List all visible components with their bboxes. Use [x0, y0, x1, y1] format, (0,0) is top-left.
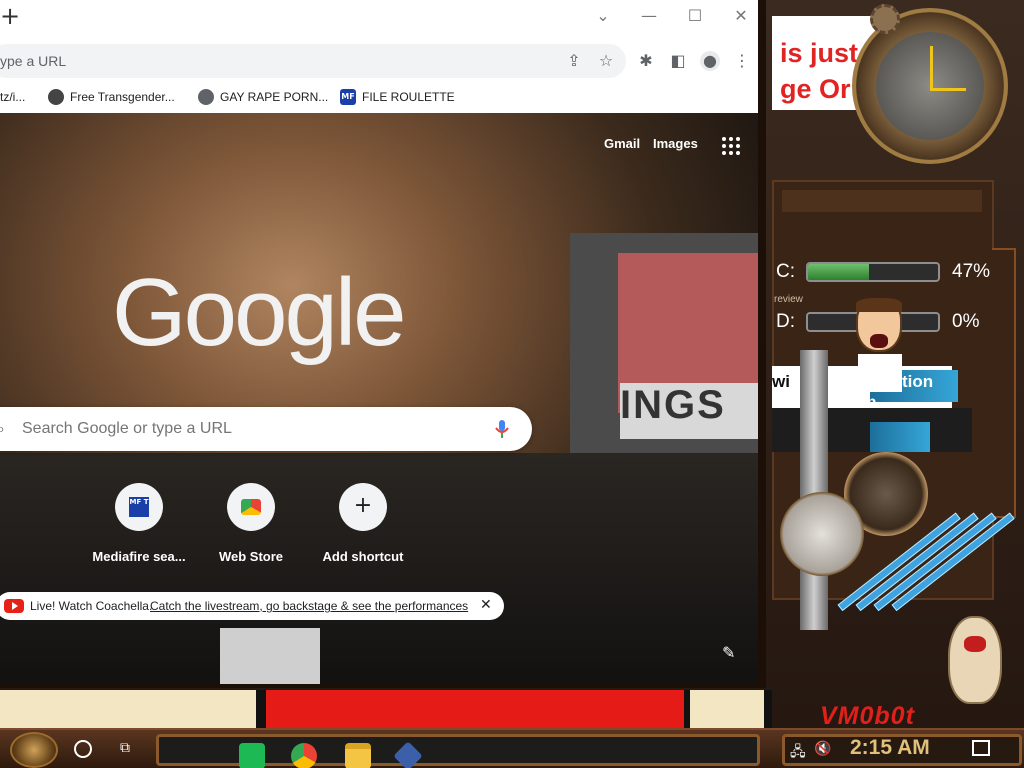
- bookmark-item[interactable]: MF FILE ROULETTE: [340, 87, 455, 107]
- pipe-text: wi: [772, 372, 790, 391]
- close-button[interactable]: ✕: [730, 6, 752, 28]
- images-link[interactable]: Images: [653, 136, 698, 151]
- new-tab-button[interactable]: +: [0, 4, 20, 28]
- site-icon: [48, 89, 64, 105]
- mft-icon: MF T: [129, 497, 149, 517]
- drive-label: D:: [776, 311, 795, 332]
- shortcut-label: Mediafire sea...: [92, 549, 186, 564]
- globe-icon: [198, 89, 214, 105]
- bookmarks-bar: rtz/i... Free Transgender... GAY RAPE PO…: [0, 84, 758, 110]
- clock-time[interactable]: 2:15 AM: [850, 736, 930, 760]
- tab-search-icon[interactable]: ⌄: [592, 6, 614, 28]
- background-light: [220, 628, 320, 684]
- shortcut-tile: [227, 483, 275, 531]
- shortcut-label: Add shortcut: [322, 549, 404, 564]
- minimize-button[interactable]: —: [638, 6, 660, 28]
- shortcut-tile: MF T: [115, 483, 163, 531]
- search-icon: ⌕: [0, 419, 5, 439]
- taskbar-apps-area: [156, 734, 760, 768]
- side-panel-icon[interactable]: ◧: [668, 51, 688, 71]
- pipe-text: edition: [824, 394, 877, 411]
- drive-usage-bar: [806, 262, 940, 282]
- start-button[interactable]: [10, 732, 58, 768]
- background-sign: INGS: [620, 383, 758, 439]
- bookmark-label: GAY RAPE PORN...: [220, 90, 329, 104]
- title-bar: + ⌄ — ☐ ✕: [0, 0, 758, 32]
- bookmark-label: rtz/i...: [0, 90, 26, 104]
- promo-banner: Live! Watch Coachella. Catch the livestr…: [0, 592, 504, 620]
- new-tab-page: INGS Gmail Images Google ⌕ MF T Mediafir…: [0, 113, 758, 684]
- task-view-icon[interactable]: ⧉: [120, 740, 140, 758]
- preview-text: review: [774, 294, 803, 305]
- virtualbox-icon[interactable]: [393, 741, 423, 768]
- promo-text: Live! Watch Coachella.: [30, 599, 153, 613]
- shortcut-tile: +: [339, 483, 387, 531]
- promo-close-button[interactable]: ✕: [480, 597, 492, 613]
- cartoon-character-icon: [850, 298, 910, 394]
- chrome-window: + ⌄ — ☐ ✕ ype a URL ⇪ ☆ ✱ ◧ ● ⋮ rtz/i...…: [0, 0, 766, 688]
- bookmark-item[interactable]: Free Transgender...: [48, 87, 175, 107]
- cortana-circle-icon[interactable]: [74, 740, 92, 758]
- search-input[interactable]: [22, 417, 462, 441]
- shortcut-add[interactable]: + Add shortcut: [308, 483, 418, 573]
- shortcut-label: Web Store: [218, 549, 284, 564]
- plus-icon: +: [353, 493, 373, 518]
- web-store-icon: [241, 499, 261, 515]
- maximize-button[interactable]: ☐: [684, 6, 706, 28]
- extensions-icon[interactable]: ✱: [636, 51, 656, 71]
- search-box[interactable]: ⌕: [0, 407, 532, 451]
- notifications-icon[interactable]: [972, 740, 990, 756]
- spotify-icon[interactable]: [239, 743, 265, 768]
- google-logo: Google: [112, 259, 407, 366]
- bookmark-item[interactable]: GAY RAPE PORN...: [198, 87, 328, 107]
- gear-icon: [870, 4, 900, 34]
- profile-avatar-icon[interactable]: ●: [700, 51, 720, 71]
- toolbar: ype a URL ⇪ ☆ ✱ ◧ ● ⋮: [0, 42, 758, 80]
- youtube-icon: [4, 599, 24, 613]
- address-bar[interactable]: ype a URL ⇪ ☆: [0, 44, 626, 78]
- poster-line-1: is just: [780, 38, 859, 68]
- gmail-link[interactable]: Gmail: [604, 136, 640, 151]
- blue-tubes: [837, 512, 1015, 614]
- mft-icon: MF: [340, 89, 356, 105]
- drive-meter-c: C: 47%: [772, 258, 994, 286]
- microphone-icon[interactable]: [494, 419, 510, 439]
- steampunk-clock-widget: [852, 8, 1008, 164]
- google-apps-icon[interactable]: [722, 137, 740, 155]
- promo-link[interactable]: Catch the livestream, go backstage & see…: [150, 599, 468, 613]
- chrome-icon[interactable]: [291, 743, 317, 768]
- drive-percent: 0%: [952, 311, 980, 332]
- bookmark-item[interactable]: rtz/i...: [0, 87, 25, 107]
- drive-label: C:: [776, 261, 795, 282]
- poster-line-2: ge Or: [780, 74, 851, 104]
- wallpaper-strip: [0, 690, 772, 728]
- share-icon[interactable]: ⇪: [564, 51, 584, 71]
- file-explorer-icon[interactable]: [345, 743, 371, 768]
- bookmark-label: FILE ROULETTE: [362, 90, 455, 104]
- hamster-icon: [944, 606, 1006, 706]
- menu-kebab-icon[interactable]: ⋮: [732, 51, 752, 71]
- drive-percent: 47%: [952, 261, 991, 282]
- bookmark-label: Free Transgender...: [70, 90, 175, 104]
- shortcut-mediafire[interactable]: MF T Mediafire sea...: [84, 483, 194, 573]
- address-bar-placeholder: ype a URL: [0, 53, 67, 69]
- bookmark-star-icon[interactable]: ☆: [596, 51, 616, 71]
- hamster-caption: VM0b0t: [820, 702, 915, 730]
- volume-muted-icon[interactable]: 🔇: [814, 741, 831, 757]
- customize-pencil-icon[interactable]: ✎: [722, 643, 735, 662]
- shortcut-web-store[interactable]: Web Store: [196, 483, 306, 573]
- network-icon[interactable]: 🖧: [790, 741, 806, 765]
- taskbar: ⧉ 🖧 🔇 2:15 AM: [0, 728, 1024, 768]
